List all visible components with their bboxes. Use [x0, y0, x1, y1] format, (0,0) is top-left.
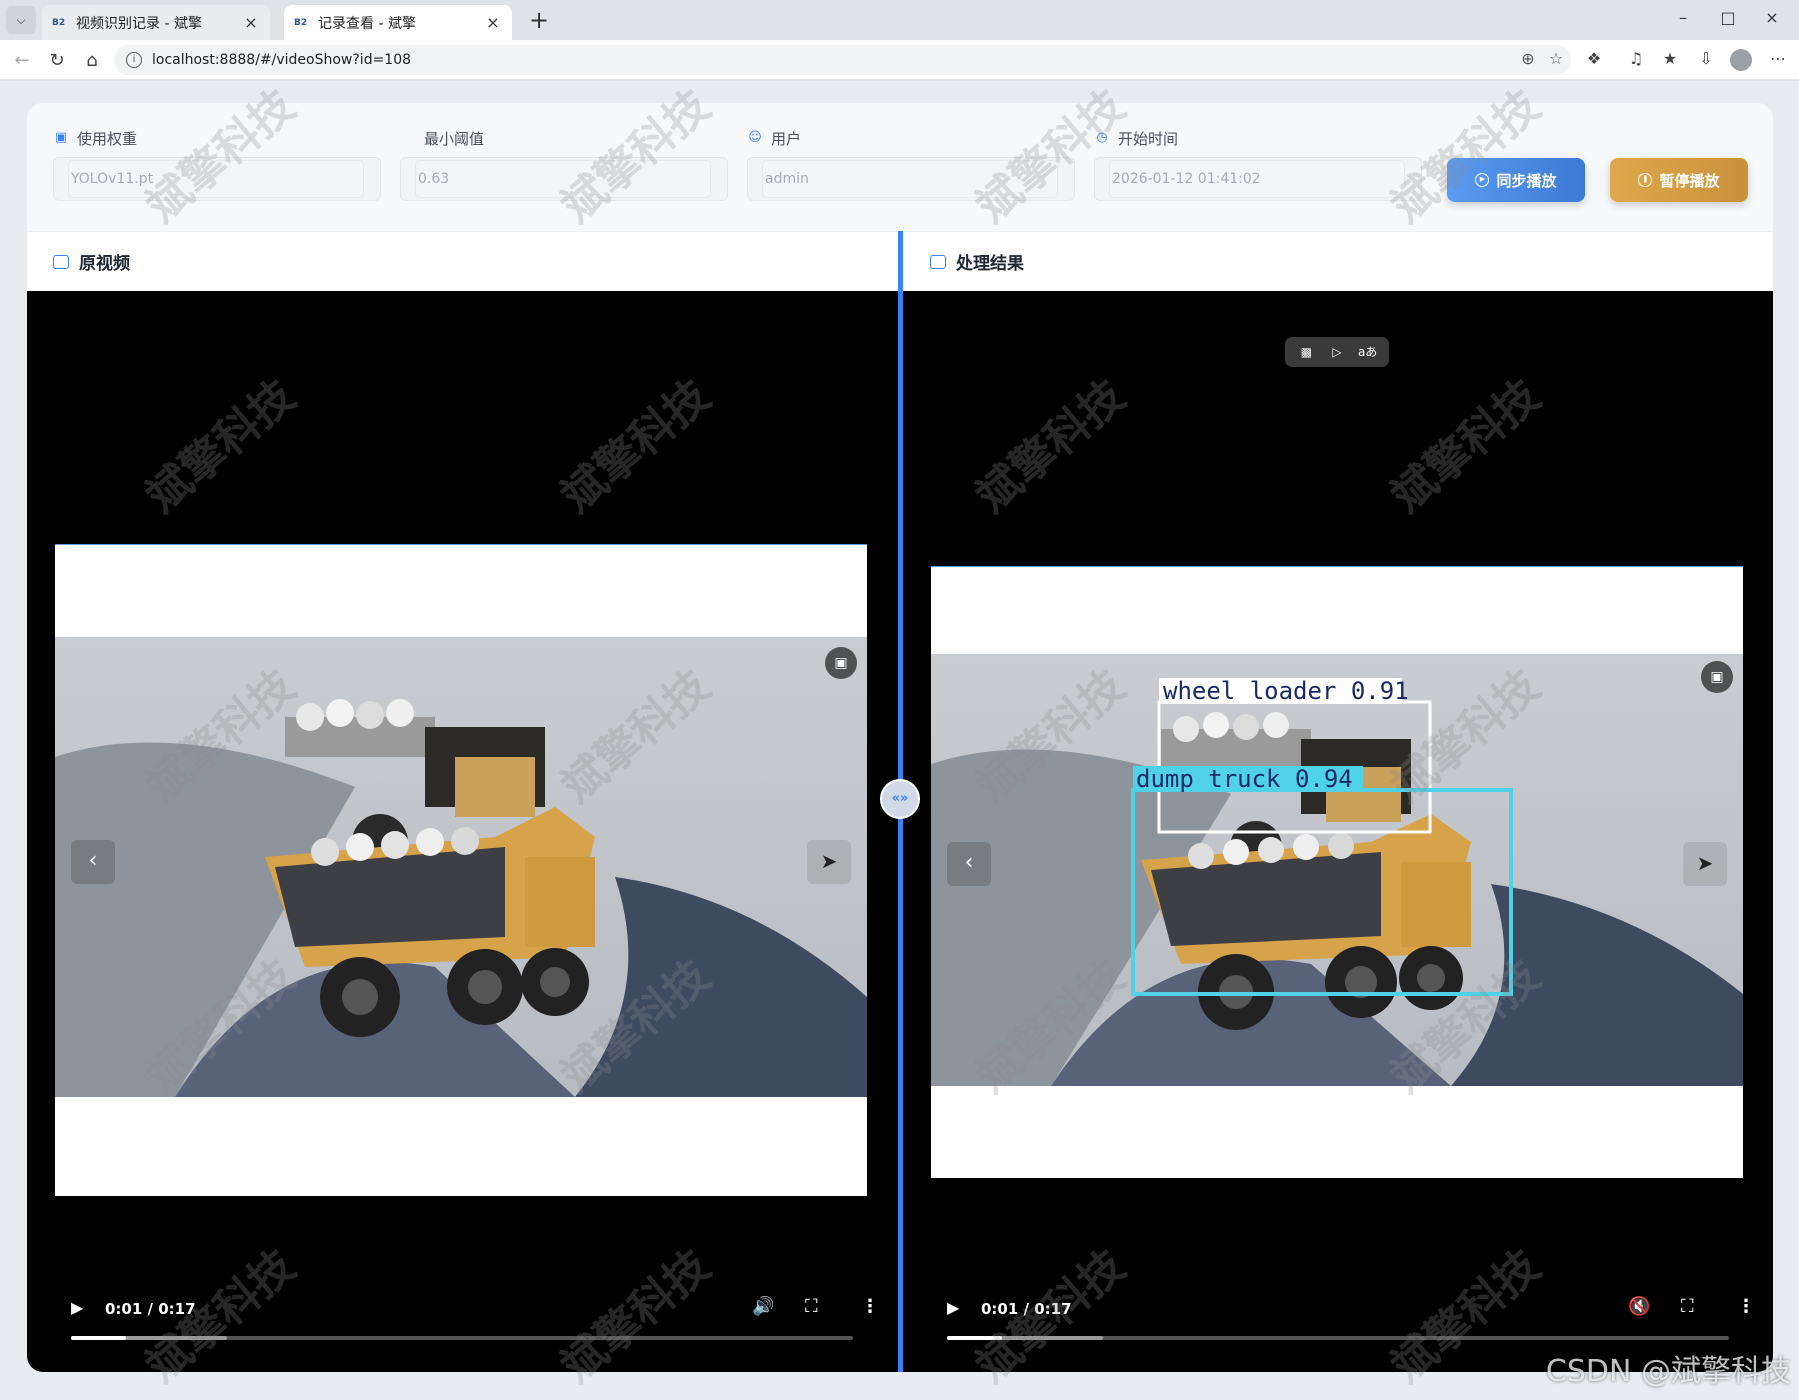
more-menu-icon[interactable]: ⋯ — [1766, 49, 1790, 71]
tab-title: 视频识别记录 - 斌擎 — [76, 15, 202, 32]
avatar[interactable] — [1730, 49, 1752, 71]
fullscreen-icon[interactable]: ⛶ — [1681, 1296, 1694, 1317]
favorite-star-icon[interactable]: ☆ — [1545, 49, 1567, 71]
result-video-frame: wheel loader 0.91 dump truck 0.94 ▣ ‹ ➤ — [931, 566, 1743, 1178]
threshold-field-group: 最小阈值 0.63 — [400, 127, 728, 201]
original-video-header: 原视频 — [27, 231, 898, 291]
favorites-icon[interactable]: ★ — [1658, 49, 1682, 71]
start-time-label: 开始时间 — [1118, 129, 1179, 148]
sync-play-label: 同步播放 — [1496, 171, 1557, 190]
tab-list-button[interactable]: ⌵ — [6, 6, 36, 34]
close-icon[interactable]: × — [484, 13, 502, 32]
more-options-icon[interactable]: ⋮ — [861, 1296, 879, 1317]
fullscreen-scan-icon[interactable]: ▣ — [1701, 661, 1733, 693]
chip-icon: ▣ — [54, 130, 68, 145]
chevron-down-icon: ⌵ — [16, 12, 26, 27]
user-field-group: ☺ 用户 admin — [747, 127, 1075, 201]
start-time-field[interactable]: 2026-01-12 01:41:02 — [1109, 160, 1405, 198]
video-search-icon[interactable]: ▷ — [1325, 342, 1349, 362]
carousel-next-button[interactable]: ➤ — [1683, 842, 1727, 886]
monitor-icon — [930, 254, 946, 269]
back-icon[interactable]: ← — [8, 46, 36, 74]
start-time-field-group: ◷ 开始时间 2026-01-12 01:41:02 — [1094, 127, 1422, 201]
original-video-title: 原视频 — [79, 254, 130, 274]
split-drag-handle[interactable]: «» — [880, 779, 920, 819]
carousel-next-button[interactable]: ➤ — [807, 840, 851, 884]
extensions-icon[interactable]: ❖ — [1582, 49, 1606, 71]
tab-title: 记录查看 - 斌擎 — [318, 15, 416, 32]
threshold-field[interactable]: 0.63 — [415, 160, 711, 198]
video-camera-icon — [53, 254, 69, 269]
clock-icon: ◷ — [1096, 130, 1108, 145]
new-tab-button[interactable]: + — [525, 8, 553, 34]
weight-field[interactable]: YOLOv11.pt — [68, 160, 364, 198]
user-label: 用户 — [771, 129, 802, 148]
play-icon[interactable]: ▶ — [947, 1298, 959, 1317]
original-video-frame: ▣ ‹ ➤ — [55, 544, 867, 1196]
result-video-player[interactable]: ▩ ▷ aあ wheel loader 0.91 dump truck 0.94… — [903, 291, 1773, 1372]
weight-field-group: ▣ 使用权重 YOLOv11.pt — [53, 127, 381, 201]
browser-tab-view[interactable]: B2 记录查看 - 斌擎 × — [284, 5, 512, 40]
browser-tab-records[interactable]: B2 视频识别记录 - 斌擎 × — [42, 5, 270, 40]
picture-in-picture-icon[interactable]: ▩ — [1294, 342, 1318, 362]
result-video-header: 处理结果 — [904, 231, 1773, 291]
original-video-time: 0:01 / 0:17 — [105, 1300, 196, 1318]
result-video-progress[interactable] — [947, 1336, 1729, 1340]
address-bar[interactable]: i localhost:8888/#/videoShow?id=108 ⊕ ☆ — [114, 45, 1571, 75]
threshold-label: 最小阈值 — [424, 129, 485, 148]
user-field[interactable]: admin — [762, 160, 1058, 198]
detection-scene-image: wheel loader 0.91 dump truck 0.94 — [931, 654, 1743, 1086]
translate-icon[interactable]: aあ — [1356, 342, 1380, 362]
download-icon[interactable]: ⇩ — [1694, 49, 1718, 71]
fullscreen-scan-icon[interactable]: ▣ — [825, 647, 857, 679]
play-icon[interactable]: ▶ — [71, 1298, 83, 1317]
close-icon[interactable]: × — [242, 13, 260, 32]
browser-tabbar: ⌵ B2 视频识别记录 - 斌擎 × B2 记录查看 - 斌擎 × + – □ … — [0, 0, 1799, 40]
tab-favicon: B2 — [294, 17, 308, 28]
pause-circle-icon: ❚ — [1638, 173, 1653, 187]
media-icon[interactable]: ♫ — [1624, 49, 1648, 71]
wheel-loader-label: wheel loader 0.91 — [1163, 677, 1409, 705]
video-overlay-toolbar: ▩ ▷ aあ — [1285, 337, 1389, 367]
tab-favicon: B2 — [52, 17, 66, 28]
result-video-time: 0:01 / 0:17 — [981, 1300, 1072, 1318]
original-video-progress[interactable] — [71, 1336, 853, 1340]
site-info-icon[interactable]: i — [126, 52, 142, 68]
blank-icon — [400, 130, 416, 146]
volume-icon[interactable]: 🔊 — [752, 1296, 774, 1317]
video-record-card: ▣ 使用权重 YOLOv11.pt 最小阈值 0.63 ☺ 用户 admin ◷… — [27, 103, 1773, 1372]
original-video-controls: ▶ 0:01 / 0:17 🔊 ⛶ ⋮ — [27, 1272, 898, 1372]
home-icon[interactable]: ⌂ — [78, 46, 106, 74]
weight-label: 使用权重 — [77, 129, 138, 148]
record-info-bar: ▣ 使用权重 YOLOv11.pt 最小阈值 0.63 ☺ 用户 admin ◷… — [27, 103, 1773, 231]
fullscreen-icon[interactable]: ⛶ — [805, 1296, 818, 1317]
user-icon: ☺ — [748, 130, 762, 145]
browser-toolbar: ← ↻ ⌂ i localhost:8888/#/videoShow?id=10… — [0, 40, 1799, 80]
page-content: ▣ 使用权重 YOLOv11.pt 最小阈值 0.63 ☺ 用户 admin ◷… — [0, 80, 1799, 1400]
carousel-prev-button[interactable]: ‹ — [947, 842, 991, 886]
result-video-title: 处理结果 — [956, 254, 1024, 274]
pause-play-label: 暂停播放 — [1659, 171, 1720, 190]
original-video-player[interactable]: ▣ ‹ ➤ ▶ 0:01 / 0:17 🔊 ⛶ ⋮ — [27, 291, 898, 1372]
mining-scene-image — [55, 637, 867, 1097]
muted-volume-icon[interactable]: 🔇 — [1628, 1296, 1650, 1317]
minimize-icon[interactable]: – — [1663, 8, 1703, 32]
maximize-icon[interactable]: □ — [1708, 8, 1748, 32]
csdn-credit: CSDN @斌擎科技 — [1545, 1354, 1791, 1389]
pause-play-button[interactable]: ❚ 暂停播放 — [1610, 158, 1748, 202]
played-bar — [71, 1336, 126, 1340]
close-window-icon[interactable]: × — [1752, 8, 1792, 32]
more-options-icon[interactable]: ⋮ — [1737, 1296, 1755, 1317]
reload-icon[interactable]: ↻ — [43, 46, 71, 74]
play-circle-icon: ▶ — [1475, 173, 1490, 187]
played-bar — [947, 1336, 1002, 1340]
sync-play-button[interactable]: ▶ 同步播放 — [1447, 158, 1585, 202]
url-text: localhost:8888/#/videoShow?id=108 — [152, 52, 412, 68]
dump-truck-label: dump truck 0.94 — [1136, 765, 1353, 793]
zoom-icon[interactable]: ⊕ — [1517, 49, 1539, 71]
carousel-prev-button[interactable]: ‹ — [71, 840, 115, 884]
